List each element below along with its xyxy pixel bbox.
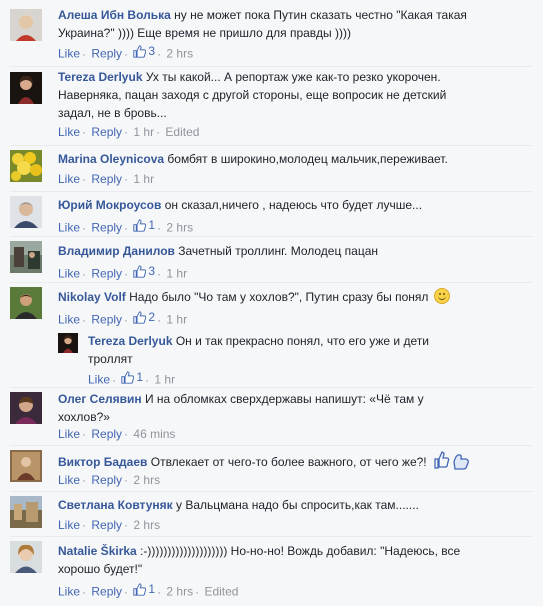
reply-link[interactable]: Reply bbox=[91, 172, 122, 186]
timestamp[interactable]: 2 hrs bbox=[133, 518, 160, 532]
timestamp[interactable]: 1 hr bbox=[166, 313, 187, 327]
edited-label[interactable]: Edited bbox=[204, 585, 238, 599]
divider bbox=[10, 387, 533, 388]
like-link[interactable]: Like bbox=[58, 473, 80, 487]
reply-link[interactable]: Reply bbox=[91, 585, 122, 599]
comment-text: ну не может пока Путин сказать честно "К… bbox=[174, 8, 467, 22]
timestamp[interactable]: 2 hrs bbox=[166, 47, 193, 61]
like-count[interactable]: 1 bbox=[121, 369, 143, 385]
like-link[interactable]: Like bbox=[58, 221, 80, 235]
like-link[interactable]: Like bbox=[58, 427, 80, 441]
comment-text: Ух ты какой... А репортаж уже как-то рез… bbox=[145, 70, 441, 84]
reply-link[interactable]: Reply bbox=[91, 473, 122, 487]
avatar[interactable] bbox=[10, 287, 42, 319]
comment-text: у Вальцмана надо бы спросить,как там....… bbox=[176, 498, 419, 512]
divider bbox=[10, 536, 533, 537]
comment-text: хохлов?» bbox=[58, 410, 110, 424]
like-count[interactable]: 1 bbox=[133, 581, 155, 597]
like-link[interactable]: Like bbox=[58, 585, 80, 599]
like-link[interactable]: Like bbox=[58, 47, 80, 61]
sticker-thumbs-icon bbox=[434, 451, 469, 470]
timestamp[interactable]: 1 hr bbox=[154, 373, 175, 387]
comment-author[interactable]: Tereza Derlyuk bbox=[88, 334, 173, 348]
divider bbox=[10, 191, 533, 192]
comment-text: И на обломках сверхдержавы напишут: «Чё … bbox=[144, 392, 424, 406]
avatar[interactable] bbox=[10, 450, 42, 482]
reply-link[interactable]: Reply bbox=[91, 518, 122, 532]
comment-text: Украина?" )))) Еще время не пришло для п… bbox=[58, 26, 351, 40]
like-link[interactable]: Like bbox=[58, 518, 80, 532]
comment-text: Надо было "Чо там у хохлов?", Путин сраз… bbox=[129, 290, 429, 304]
comment-text: Зачетный троллинг. Молодец пацан bbox=[178, 244, 379, 258]
divider bbox=[10, 491, 533, 492]
like-link[interactable]: Like bbox=[58, 125, 80, 139]
comment-author[interactable]: Виктор Бадаев bbox=[58, 455, 147, 469]
like-link[interactable]: Like bbox=[58, 267, 80, 281]
avatar[interactable] bbox=[10, 541, 42, 573]
comment-text: бомбят в широкино,молодец мальчик,пережи… bbox=[167, 152, 448, 166]
like-count[interactable]: 1 bbox=[133, 217, 155, 233]
edited-label[interactable]: Edited bbox=[165, 125, 199, 139]
divider bbox=[10, 145, 533, 146]
avatar[interactable] bbox=[10, 150, 42, 182]
like-thumb-icon bbox=[121, 370, 135, 384]
timestamp[interactable]: 2 hrs bbox=[166, 221, 193, 235]
comment-text: задал, не в бровь... bbox=[58, 106, 167, 120]
reply-link[interactable]: Reply bbox=[91, 267, 122, 281]
comment-author[interactable]: Юрий Мокроусов bbox=[58, 198, 161, 212]
like-count[interactable]: 3 bbox=[133, 43, 155, 59]
like-thumb-icon bbox=[133, 218, 147, 232]
reply-link[interactable]: Reply bbox=[91, 427, 122, 441]
timestamp[interactable]: 1 hr bbox=[133, 172, 154, 186]
comment-author[interactable]: Олег Селявин bbox=[58, 392, 142, 406]
timestamp[interactable]: 2 hrs bbox=[166, 585, 193, 599]
timestamp[interactable]: 46 mins bbox=[133, 427, 175, 441]
avatar[interactable] bbox=[10, 496, 42, 528]
like-link[interactable]: Like bbox=[58, 313, 80, 327]
comment-author[interactable]: Nikolay Volf bbox=[58, 290, 126, 304]
comment-text: :-)))))))))))))))))))) Но-но-но! Вождь д… bbox=[140, 544, 461, 558]
divider bbox=[10, 66, 533, 67]
comment-author[interactable]: Светлана Ковтуняк bbox=[58, 498, 173, 512]
avatar[interactable] bbox=[10, 196, 42, 228]
reply-link[interactable]: Reply bbox=[91, 313, 122, 327]
reply-link[interactable]: Reply bbox=[91, 125, 122, 139]
divider bbox=[10, 282, 533, 283]
reply-link[interactable]: Reply bbox=[91, 47, 122, 61]
like-link[interactable]: Like bbox=[58, 172, 80, 186]
comment-text: Отвлекает от чего-то более важного, от ч… bbox=[150, 455, 427, 469]
like-thumb-icon bbox=[133, 44, 147, 58]
reply-link[interactable]: Reply bbox=[91, 221, 122, 235]
like-link[interactable]: Like bbox=[88, 373, 110, 387]
like-count[interactable]: 2 bbox=[133, 309, 155, 325]
avatar[interactable] bbox=[10, 72, 42, 104]
comment-author[interactable]: Natalie Škirka bbox=[58, 544, 137, 558]
comment-text: троллят bbox=[88, 352, 133, 366]
like-count[interactable]: 3 bbox=[133, 263, 155, 279]
timestamp[interactable]: 1 hr bbox=[166, 267, 187, 281]
timestamp[interactable]: 1 hr bbox=[133, 125, 154, 139]
comment-author[interactable]: Алеша Ибн Волька bbox=[58, 8, 171, 22]
avatar[interactable] bbox=[10, 392, 42, 424]
comment-text: хорошо будет!" bbox=[58, 562, 143, 576]
avatar[interactable] bbox=[10, 241, 42, 273]
smiley-emoji-icon bbox=[433, 288, 450, 304]
comment-text: Он и так прекрасно понял, что его уже и … bbox=[175, 334, 429, 348]
like-thumb-icon bbox=[133, 264, 147, 278]
timestamp[interactable]: 2 hrs bbox=[133, 473, 160, 487]
divider bbox=[10, 236, 533, 237]
divider bbox=[10, 445, 533, 446]
comment-text: Наверняка, пацан заходя с другой стороны… bbox=[58, 88, 447, 102]
avatar[interactable] bbox=[58, 333, 78, 353]
like-thumb-icon bbox=[133, 310, 147, 324]
comment-author[interactable]: Владимир Данилов bbox=[58, 244, 175, 258]
comment-author[interactable]: Tereza Derlyuk bbox=[58, 70, 143, 84]
avatar[interactable] bbox=[10, 9, 42, 41]
like-thumb-icon bbox=[133, 582, 147, 596]
comment-text: он сказал,ничего , надеюсь что будет луч… bbox=[164, 198, 423, 212]
comment-author[interactable]: Marina Oleynicova bbox=[58, 152, 164, 166]
